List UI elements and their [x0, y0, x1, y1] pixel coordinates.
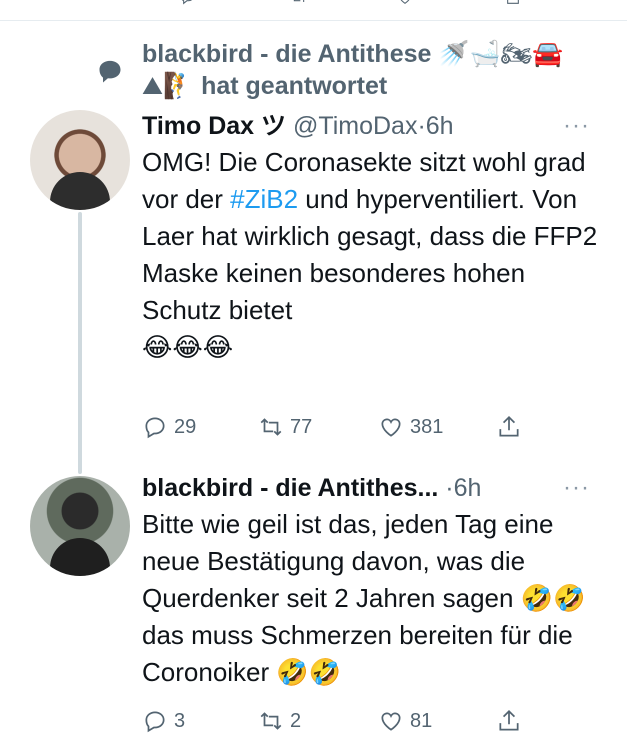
- retweet-count: 2: [290, 709, 302, 732]
- share-icon[interactable]: [502, 0, 524, 6]
- retweet-count: 77: [290, 415, 313, 438]
- tweet-header: blackbird - die Antithes... ·6h ···: [142, 470, 604, 506]
- speech-bubble-icon: [99, 60, 121, 83]
- reply-button[interactable]: 3: [142, 706, 185, 736]
- tweet[interactable]: blackbird - die Antithes... ·6h ··· Bitt…: [142, 470, 604, 733]
- share-icon: [499, 416, 519, 437]
- reply-banner-emojis-2: ⛰🧗: [142, 72, 195, 100]
- previous-tweet-actions: [0, 0, 627, 20]
- heart-icon: [381, 418, 401, 437]
- reply-banner-text: blackbird - die Antithese 🚿🛁🏍🚘 ⛰🧗 hat ge…: [142, 38, 612, 102]
- reply-icon[interactable]: [176, 0, 198, 6]
- thread-line: [78, 212, 82, 474]
- tweet-actions: 3 2 81: [142, 706, 604, 736]
- avatar[interactable]: [30, 110, 130, 210]
- reply-banner-emojis: 🚿🛁🏍🚘: [438, 40, 564, 68]
- tweet[interactable]: Timo Dax ツ @TimoDax·6h ··· OMG! Die Coro…: [142, 108, 604, 439]
- tweet-emoji-line: 😂😂😂: [142, 332, 234, 362]
- avatar-silhouette: [50, 172, 110, 210]
- share-button[interactable]: [496, 706, 522, 736]
- display-name[interactable]: blackbird - die Antithes...: [142, 474, 438, 502]
- avatar-silhouette: [50, 538, 110, 576]
- display-name[interactable]: Timo Dax ツ: [142, 112, 286, 140]
- handle-timestamp[interactable]: ·6h: [445, 474, 481, 502]
- retweet-button[interactable]: 2: [258, 706, 301, 736]
- reply-count: 29: [174, 415, 197, 438]
- avatar[interactable]: [30, 476, 130, 576]
- tweet-text: Bitte wie geil ist das, jeden Tag eine n…: [142, 509, 586, 687]
- like-button[interactable]: 381: [378, 412, 443, 442]
- retweet-icon: [260, 418, 282, 436]
- more-options-icon[interactable]: ···: [563, 108, 590, 144]
- retweet-icon: [260, 712, 282, 730]
- like-icon[interactable]: [394, 0, 416, 6]
- hashtag-link[interactable]: #ZiB2: [230, 184, 298, 214]
- reply-icon: [145, 711, 165, 733]
- tweet-text: OMG! Die Coronasekte sitzt wohl grad vor…: [142, 144, 604, 366]
- handle-timestamp[interactable]: @TimoDax·6h: [293, 112, 454, 140]
- tweet-actions: 29 77 381: [142, 412, 604, 442]
- reply-button[interactable]: 29: [142, 412, 196, 442]
- more-options-icon[interactable]: ···: [563, 470, 590, 506]
- reply-banner-action: hat geantwortet: [201, 72, 388, 100]
- reply-count: 3: [174, 709, 186, 732]
- reply-icon: [145, 417, 165, 439]
- heart-icon: [381, 712, 401, 731]
- like-count: 81: [410, 709, 433, 732]
- divider: [0, 20, 627, 21]
- reply-banner-name[interactable]: blackbird - die Antithese: [142, 40, 431, 68]
- tweet-header: Timo Dax ツ @TimoDax·6h ···: [142, 108, 604, 144]
- like-count: 381: [410, 415, 444, 438]
- like-button[interactable]: 81: [378, 706, 432, 736]
- share-button[interactable]: [496, 412, 522, 442]
- retweet-button[interactable]: 77: [258, 412, 312, 442]
- retweet-icon[interactable]: [288, 0, 310, 6]
- share-icon: [499, 710, 519, 731]
